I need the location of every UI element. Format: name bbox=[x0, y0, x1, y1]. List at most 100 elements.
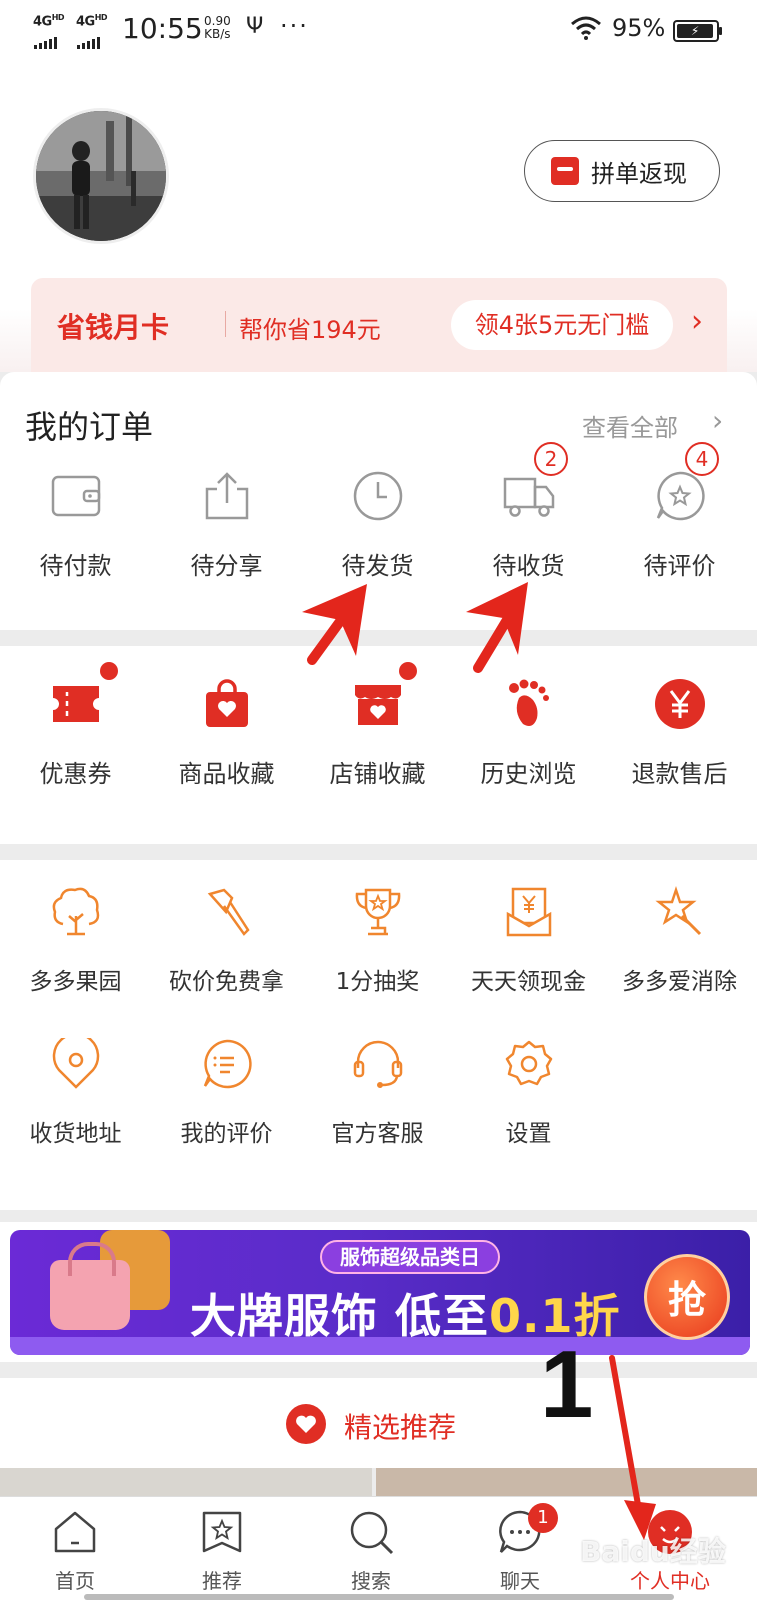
tool-label: 设置 bbox=[505, 1121, 552, 1147]
chevron-right-icon[interactable]: › bbox=[691, 304, 703, 339]
tool-my-reviews[interactable]: 我的评价 bbox=[151, 1036, 302, 1148]
tab-chat[interactable]: 1 聊天 bbox=[470, 1503, 570, 1594]
usb-icon: Ψ bbox=[246, 14, 264, 39]
tab-search[interactable]: 搜索 bbox=[321, 1509, 421, 1594]
tool-label: 我的评价 bbox=[180, 1121, 273, 1147]
network-indicator-2: 4GHD bbox=[76, 13, 108, 30]
tool-daily-cash[interactable]: 天天领现金 bbox=[453, 884, 604, 996]
network-speed: 0.90 KB/s bbox=[204, 14, 231, 41]
services-section: 优惠券 商品收藏 店铺收藏 历史浏览 退款售后 bbox=[0, 646, 757, 844]
order-pending-review[interactable]: 待评价 4 bbox=[604, 442, 755, 581]
tool-label: 天天领现金 bbox=[471, 969, 586, 995]
tool-lottery[interactable]: 1分抽奖 bbox=[302, 884, 453, 996]
coupon-pill-button[interactable]: 领4张5元无门槛 bbox=[451, 300, 673, 350]
cash-envelope-icon bbox=[501, 884, 557, 940]
heart-icon bbox=[286, 1404, 326, 1444]
signal-bars-1-icon bbox=[34, 30, 59, 49]
promo-banner[interactable]: 服饰超级品类日 大牌服饰 低至0.1折 抢 bbox=[0, 1222, 757, 1362]
axe-icon bbox=[199, 884, 255, 940]
my-orders-section: 我的订单 查看全部 › 待付款 待分享 待发货 待收货 2 待评价 4 bbox=[0, 372, 757, 630]
service-label: 店铺收藏 bbox=[329, 760, 426, 788]
tab-label: 聊天 bbox=[500, 1569, 540, 1593]
recommend-title: 精选推荐 bbox=[344, 1411, 457, 1444]
avatar-photo bbox=[36, 111, 166, 241]
battery-icon: ⚡ bbox=[673, 20, 722, 42]
order-pending-shipment[interactable]: 待发货 bbox=[302, 468, 453, 581]
view-all-orders-link[interactable]: 查看全部 bbox=[582, 408, 678, 443]
tool-shipping-address[interactable]: 收货地址 bbox=[0, 1036, 151, 1148]
tool-label: 多多果园 bbox=[29, 969, 122, 995]
product-feed bbox=[0, 1468, 757, 1498]
product-card[interactable] bbox=[0, 1468, 372, 1498]
favorite-products-entry[interactable]: 商品收藏 bbox=[151, 676, 302, 789]
receipt-count-badge: 2 bbox=[534, 442, 568, 476]
yen-circle-icon bbox=[652, 676, 708, 732]
gear-icon bbox=[501, 1036, 557, 1092]
truck-icon bbox=[501, 468, 557, 524]
order-label: 待发货 bbox=[341, 552, 414, 580]
tab-label: 推荐 bbox=[202, 1569, 242, 1593]
search-icon bbox=[350, 1511, 394, 1555]
order-pending-receipt[interactable]: 待收货 2 bbox=[453, 442, 604, 581]
footprint-icon bbox=[501, 676, 557, 732]
tool-settings[interactable]: 设置 bbox=[453, 1036, 604, 1148]
chat-unread-badge: 1 bbox=[528, 1503, 558, 1533]
refund-aftersales-entry[interactable]: 退款售后 bbox=[604, 676, 755, 789]
order-label: 待评价 bbox=[643, 552, 716, 580]
clock-time: 10:55 bbox=[122, 12, 203, 45]
favorite-stores-entry[interactable]: 店铺收藏 bbox=[302, 662, 453, 789]
promo-tag: 服饰超级品类日 bbox=[320, 1240, 500, 1274]
order-pending-payment[interactable]: 待付款 bbox=[0, 468, 151, 581]
orders-title: 我的订单 bbox=[25, 408, 154, 446]
share-icon bbox=[199, 468, 255, 524]
avatar[interactable] bbox=[33, 108, 169, 244]
coupons-entry[interactable]: 优惠券 bbox=[0, 662, 151, 789]
store-heart-icon bbox=[350, 676, 406, 732]
grab-button[interactable]: 抢 bbox=[644, 1254, 730, 1340]
tab-label: 个人中心 bbox=[630, 1569, 710, 1593]
tool-label: 砍价免费拿 bbox=[169, 969, 284, 995]
tool-orchard[interactable]: 多多果园 bbox=[0, 884, 151, 996]
savings-card-subtitle: 帮你省194元 bbox=[239, 316, 381, 344]
tools-section: 多多果园 砍价免费拿 1分抽奖 天天领现金 多多爱消除 收货地址 我的评价 官方… bbox=[0, 860, 757, 1210]
tab-home[interactable]: 首页 bbox=[25, 1509, 125, 1594]
tool-bargain[interactable]: 砍价免费拿 bbox=[151, 884, 302, 996]
tool-customer-service[interactable]: 官方客服 bbox=[302, 1036, 453, 1148]
tree-icon bbox=[48, 884, 104, 940]
tool-label: 收货地址 bbox=[29, 1121, 122, 1147]
bottom-tab-bar: 首页 推荐 搜索 1 聊天 个人中心 bbox=[0, 1496, 757, 1600]
tab-label: 首页 bbox=[55, 1569, 95, 1593]
signal-bars-2-icon bbox=[77, 30, 102, 49]
service-label: 退款售后 bbox=[631, 760, 728, 788]
coupon-icon bbox=[48, 676, 104, 732]
order-label: 待收货 bbox=[492, 552, 565, 580]
browsing-history-entry[interactable]: 历史浏览 bbox=[453, 676, 604, 789]
red-envelope-icon bbox=[551, 157, 579, 185]
tool-elimination-game[interactable]: 多多爱消除 bbox=[604, 884, 755, 996]
battery-percent: 95% bbox=[612, 14, 666, 42]
home-indicator[interactable] bbox=[84, 1594, 674, 1600]
headset-icon bbox=[350, 1036, 406, 1092]
tab-label: 搜索 bbox=[351, 1569, 391, 1593]
profile-header: 拼单返现 省钱月卡 帮你省194元 领4张5元无门槛 › bbox=[0, 60, 757, 372]
review-count-badge: 4 bbox=[685, 442, 719, 476]
savings-card-banner[interactable]: 省钱月卡 帮你省194元 领4张5元无门槛 › bbox=[31, 278, 727, 372]
recommend-header: 精选推荐 bbox=[0, 1378, 757, 1468]
network-indicator-1: 4GHD bbox=[33, 13, 65, 30]
order-pending-share[interactable]: 待分享 bbox=[151, 468, 302, 581]
home-icon bbox=[54, 1511, 96, 1553]
tool-label: 官方客服 bbox=[331, 1121, 424, 1147]
comment-list-icon bbox=[199, 1036, 255, 1092]
promo-banner-image: 服饰超级品类日 大牌服饰 低至0.1折 抢 bbox=[10, 1230, 750, 1355]
chevron-right-icon[interactable]: › bbox=[712, 404, 723, 437]
location-icon bbox=[48, 1036, 104, 1092]
tab-recommend[interactable]: 推荐 bbox=[172, 1509, 272, 1594]
status-bar: 4GHD 4GHD 10:55 0.90 KB/s Ψ ··· 95% ⚡ bbox=[0, 0, 757, 60]
new-dot-indicator bbox=[399, 662, 417, 680]
tab-profile[interactable]: 个人中心 bbox=[620, 1509, 720, 1594]
new-dot-indicator bbox=[100, 662, 118, 680]
group-cashback-button[interactable]: 拼单返现 bbox=[524, 140, 720, 202]
bag-heart-icon bbox=[199, 676, 255, 732]
order-label: 待付款 bbox=[39, 552, 112, 580]
product-card[interactable] bbox=[376, 1468, 757, 1498]
